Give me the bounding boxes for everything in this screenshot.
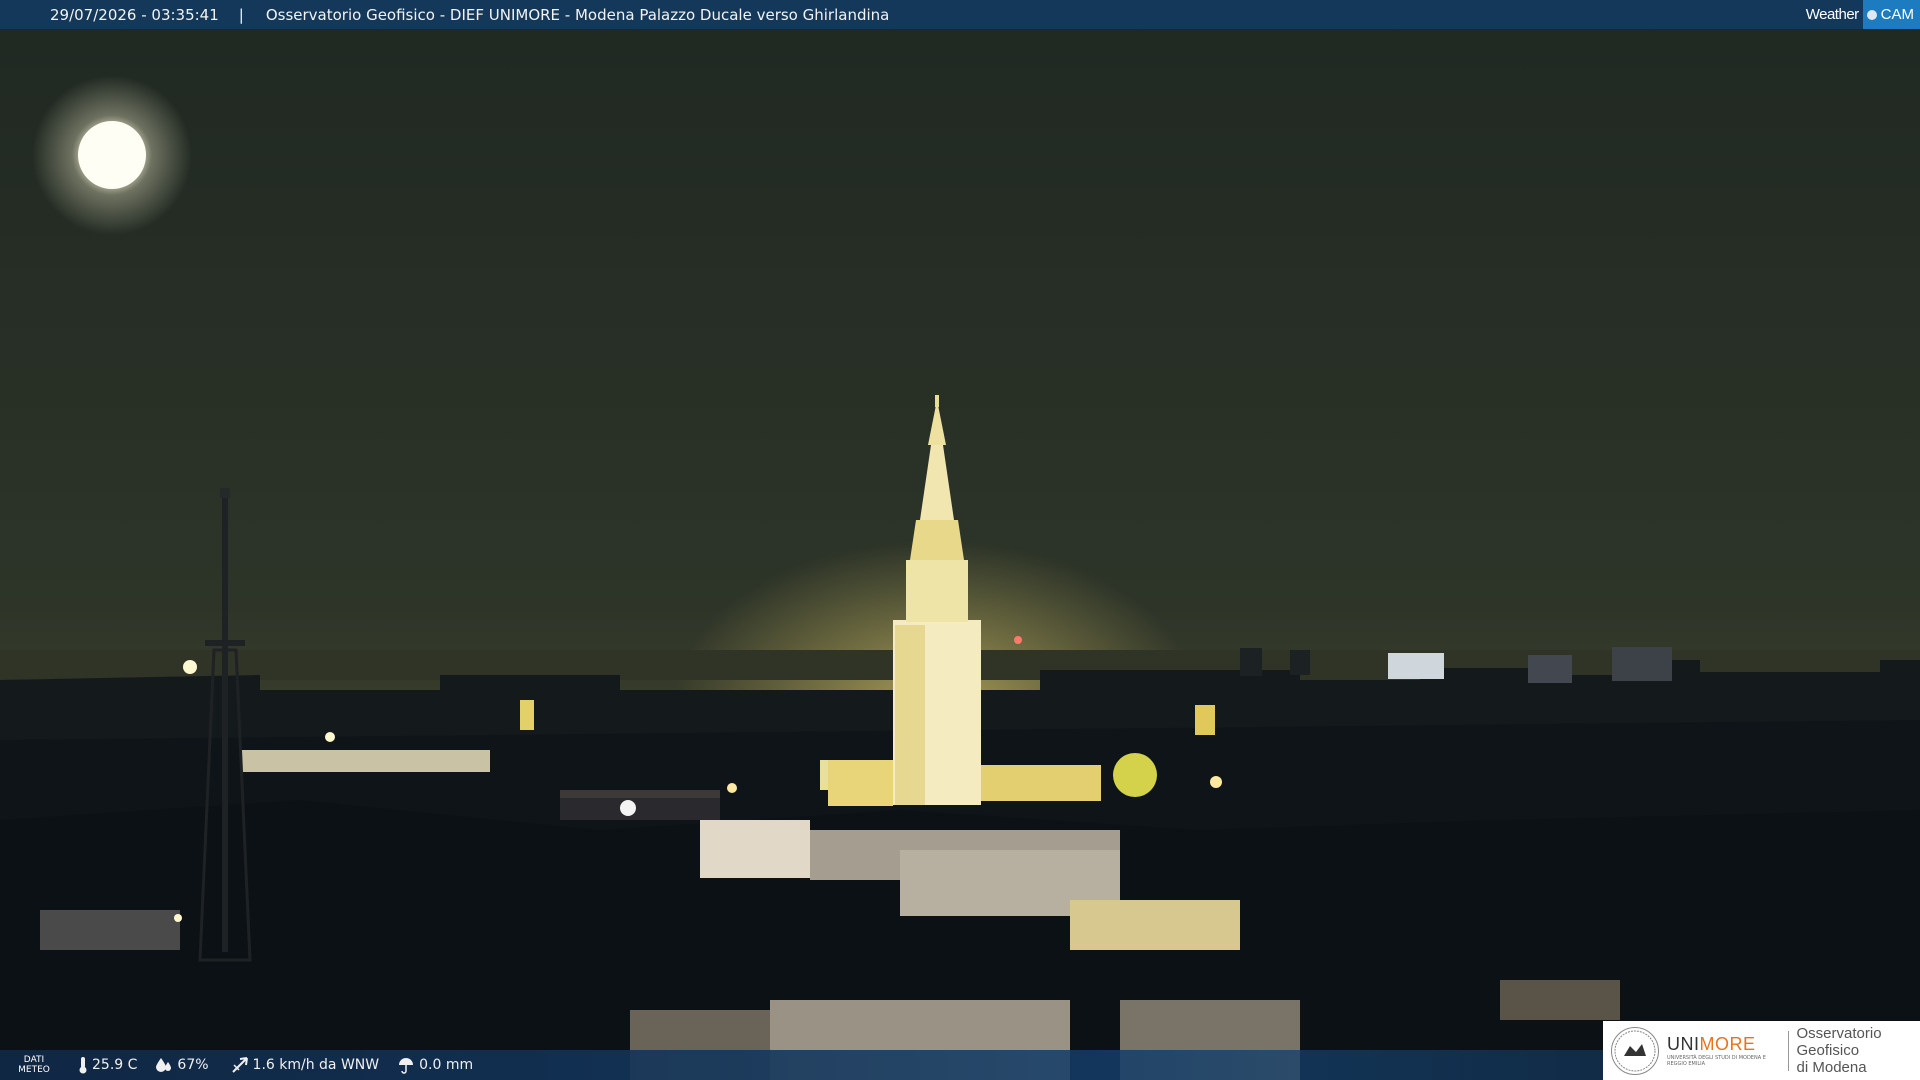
unimore-uni: UNI (1667, 1034, 1700, 1054)
umbrella-icon (399, 1058, 414, 1074)
rain-reading: 0.0 mm (397, 1056, 473, 1074)
timestamp: 29/07/2026 - 03:35:41 (50, 5, 219, 24)
org-line-1: Osservatorio Geofisico (1796, 1025, 1882, 1059)
brand-dot-icon (1866, 9, 1877, 20)
brand-cam-box: CAM (1862, 0, 1920, 29)
meteo-label: DATI METEO (18, 1055, 50, 1075)
humidity-reading: 67% (155, 1057, 209, 1073)
camera-title: Osservatorio Geofisico - DIEF UNIMORE - … (265, 5, 890, 24)
wind-arrow-icon (231, 1057, 248, 1073)
brand-cam: CAM (1880, 6, 1914, 23)
moon (32, 75, 192, 235)
logo-divider (1787, 1030, 1789, 1071)
observatory-name: Osservatorio Geofisico di Modena (1797, 1025, 1920, 1076)
brand-weather: Weather (1805, 6, 1859, 23)
separator: | (238, 5, 244, 24)
thermometer-icon (79, 1057, 87, 1074)
wind-value: 1.6 km/h da WNW (252, 1057, 380, 1073)
unimore-wordmark: UNIMORE UNIVERSITÀ DEGLI STUDI DI MODENA… (1667, 1034, 1780, 1067)
unimore-more: MORE (1699, 1034, 1756, 1054)
unimore-logo-panel: UNIMORE UNIVERSITÀ DEGLI STUDI DI MODENA… (1603, 1021, 1920, 1080)
humidity-drop-icon (156, 1058, 172, 1072)
rain-value: 0.0 mm (419, 1057, 474, 1073)
org-line-2: di Modena (1796, 1059, 1867, 1076)
temperature-value: 25.9 C (92, 1057, 138, 1073)
unimore-subtitle: UNIVERSITÀ DEGLI STUDI DI MODENA E REGGI… (1667, 1055, 1766, 1067)
humidity-value: 67% (177, 1057, 209, 1073)
university-seal-icon (1611, 1026, 1659, 1075)
weathercam-brand: Weather CAM (1800, 0, 1920, 29)
wind-reading: 1.6 km/h da WNW (231, 1056, 380, 1074)
webcam-image (0, 0, 1920, 1080)
top-info-bar: 29/07/2026 - 03:35:41 | Osservatorio Geo… (0, 0, 1920, 29)
temperature-reading: 25.9 C (78, 1056, 137, 1074)
